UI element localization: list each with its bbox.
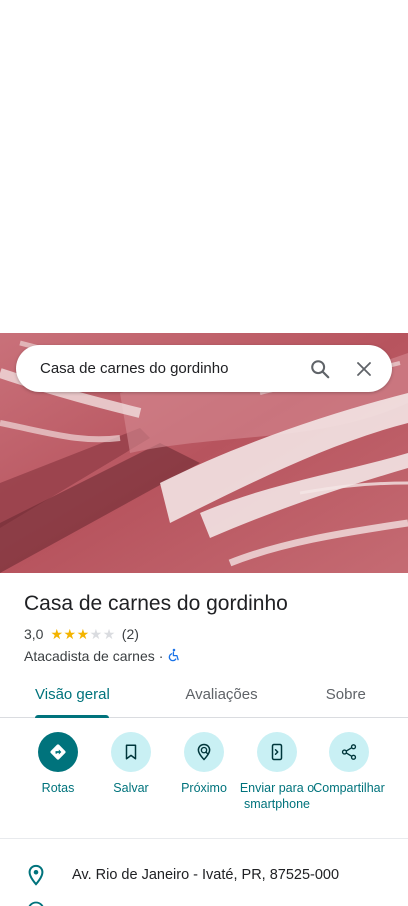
- search-input[interactable]: Casa de carnes do gordinho: [16, 360, 298, 377]
- save-button[interactable]: Salvar: [93, 732, 169, 796]
- map-blank-area[interactable]: [0, 0, 408, 333]
- share-icon: [329, 732, 369, 772]
- star-icon: ★: [63, 626, 77, 642]
- send-to-phone-button[interactable]: Enviar para o smartphone: [239, 732, 315, 812]
- action-label: Rotas: [41, 781, 75, 795]
- review-count[interactable]: (2): [122, 626, 139, 642]
- active-tab-indicator: [35, 715, 109, 718]
- share-button[interactable]: Compartilhar: [311, 732, 387, 796]
- section-divider: [0, 838, 408, 839]
- nearby-icon: [184, 732, 224, 772]
- action-label: Enviar para o smartphone: [239, 781, 315, 811]
- nearby-button[interactable]: Próximo: [166, 732, 242, 796]
- tab-about[interactable]: Sobre: [284, 672, 408, 717]
- star-empty-icon: ★: [89, 626, 103, 642]
- rating-row[interactable]: 3,0 ★ ★ ★ ★ ★ (2): [24, 625, 394, 643]
- place-info: Casa de carnes do gordinho 3,0 ★ ★ ★ ★ ★…: [24, 590, 394, 665]
- rating-value: 3,0: [24, 626, 44, 642]
- star-empty-icon: ★: [102, 626, 116, 642]
- address-row[interactable]: Av. Rio de Janeiro - Ivaté, PR, 87525-00…: [0, 858, 408, 892]
- wheelchair-accessible-icon: [167, 648, 181, 665]
- place-title: Casa de carnes do gordinho: [24, 592, 288, 615]
- separator-dot: ·: [158, 648, 164, 664]
- address-text: Av. Rio de Janeiro - Ivaté, PR, 87525-00…: [72, 867, 340, 883]
- action-buttons: Rotas Salvar Próximo Enviar para o smart…: [0, 732, 408, 832]
- action-label: Salvar: [113, 781, 149, 795]
- place-category: Atacadista de carnes: [24, 648, 155, 664]
- search-icon[interactable]: [298, 347, 342, 391]
- close-icon[interactable]: [342, 347, 386, 391]
- bookmark-icon: [111, 732, 151, 772]
- directions-button[interactable]: Rotas: [20, 732, 96, 796]
- tab-overview[interactable]: Visão geral: [0, 672, 159, 718]
- star-icon: ★: [50, 626, 64, 642]
- action-label: Compartilhar: [313, 781, 385, 795]
- directions-icon: [38, 732, 78, 772]
- star-icon: ★: [76, 626, 90, 642]
- place-tabs: Visão geral Avaliações Sobre: [0, 672, 408, 718]
- tab-reviews[interactable]: Avaliações: [159, 672, 283, 717]
- rating-stars: ★ ★ ★ ★ ★: [50, 627, 115, 641]
- tab-label: Avaliações: [185, 686, 258, 703]
- search-bar[interactable]: Casa de carnes do gordinho: [16, 345, 392, 392]
- category-row: Atacadista de carnes ·: [24, 647, 394, 665]
- clock-icon: [26, 900, 46, 906]
- tab-label: Sobre: [325, 686, 366, 703]
- tab-label: Visão geral: [35, 686, 110, 703]
- place-page: Casa de carnes do gordinho Casa de carne…: [0, 0, 408, 906]
- action-label: Próximo: [181, 781, 227, 795]
- location-pin-icon: [0, 864, 72, 886]
- send-to-phone-icon: [257, 732, 297, 772]
